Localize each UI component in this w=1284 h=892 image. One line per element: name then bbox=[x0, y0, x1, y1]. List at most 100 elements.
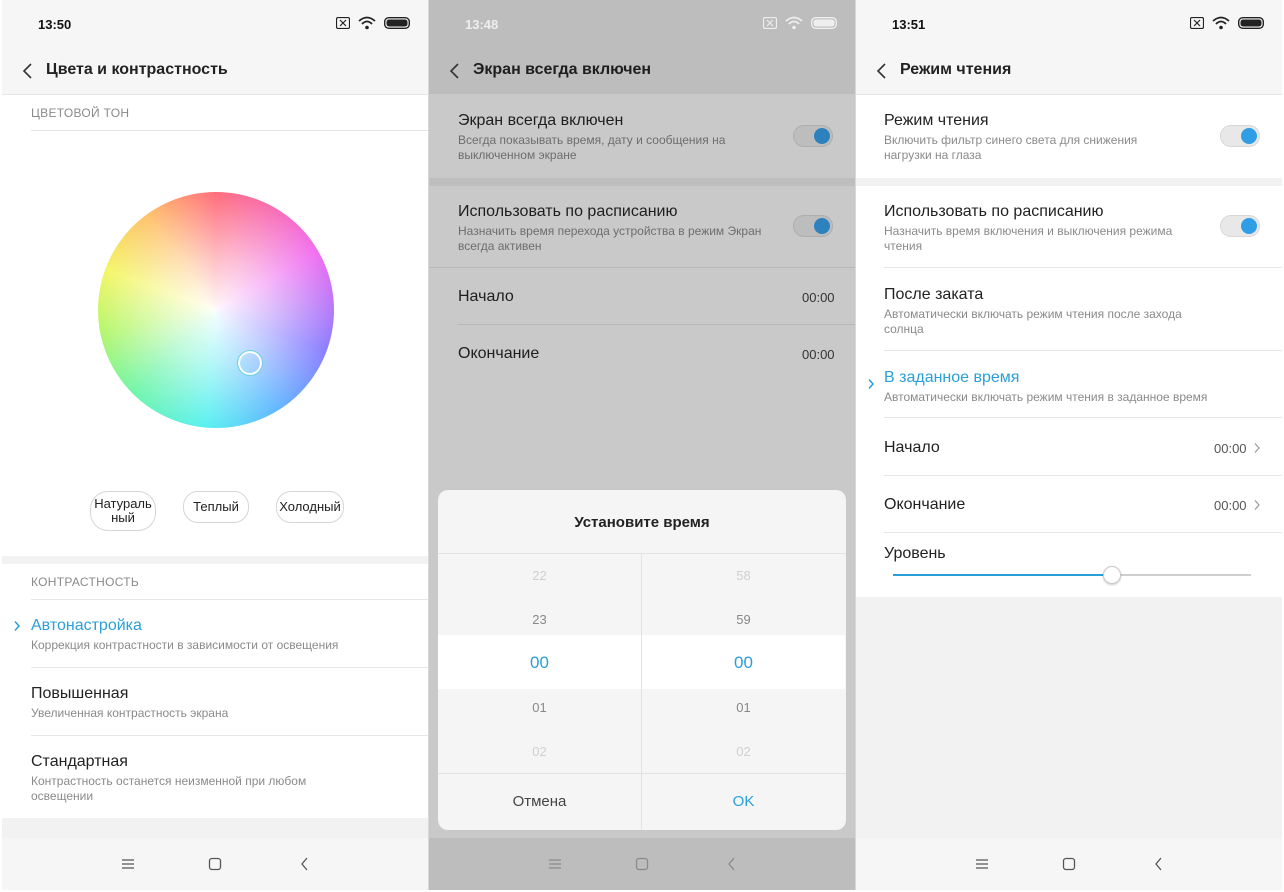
section-separator bbox=[2, 818, 428, 838]
end-time-value: 00:00 bbox=[1214, 498, 1247, 513]
option-subtitle: Автоматически включать режим чтения посл… bbox=[884, 307, 1182, 336]
panel-separator bbox=[428, 0, 429, 890]
time-picker-dialog: Установите время 22 23 00 01 02 58 59 00… bbox=[438, 490, 846, 830]
preset-natural-button[interactable]: Натураль ный bbox=[90, 491, 156, 531]
hour-option: 02 bbox=[532, 744, 547, 759]
selected-chevron-icon bbox=[868, 379, 875, 389]
reading-mode-screen: 13:51 Режим чтения Режим чтения Включить… bbox=[856, 0, 1282, 890]
setting-title: Уровень bbox=[884, 545, 946, 562]
status-time: 13:48 bbox=[465, 17, 499, 32]
setting-reading-mode[interactable]: Режим чтения Включить фильтр синего свет… bbox=[856, 95, 1282, 178]
section-separator bbox=[856, 178, 1282, 186]
back-arrow-icon[interactable] bbox=[872, 60, 892, 82]
setting-level: Уровень bbox=[856, 533, 1282, 597]
battery-icon bbox=[1238, 17, 1264, 29]
setting-title: Окончание bbox=[884, 496, 966, 513]
panel-separator bbox=[855, 0, 856, 890]
battery-icon bbox=[811, 17, 837, 29]
menu-icon[interactable] bbox=[547, 856, 563, 872]
option-subtitle: Контрастность останется неизменной при л… bbox=[31, 774, 307, 803]
hour-option: 23 bbox=[532, 612, 547, 627]
section-separator bbox=[429, 178, 855, 186]
setting-end-time[interactable]: Окончание 00:00 bbox=[856, 476, 1282, 532]
minute-option: 02 bbox=[736, 744, 751, 759]
level-slider-fill bbox=[893, 574, 1112, 576]
preset-cold-button[interactable]: Холодный bbox=[276, 491, 344, 523]
option-scheduled-time[interactable]: В заданное время Автоматически включать … bbox=[856, 351, 1282, 417]
wifi-icon bbox=[358, 16, 376, 30]
battery-icon bbox=[384, 17, 410, 29]
selected-chevron-icon bbox=[14, 621, 21, 631]
back-icon[interactable] bbox=[724, 856, 740, 872]
section-label-color-tone: ЦВЕТОВОЙ ТОН bbox=[31, 106, 130, 120]
sim-off-icon bbox=[1190, 17, 1204, 29]
header: Режим чтения bbox=[856, 48, 1282, 95]
setting-subtitle: Назначить время включения и выключения р… bbox=[884, 224, 1173, 253]
option-title: В заданное время bbox=[884, 369, 1020, 386]
home-icon[interactable] bbox=[634, 856, 650, 872]
home-icon[interactable] bbox=[1061, 856, 1077, 872]
hour-picker[interactable]: 22 23 00 01 02 bbox=[438, 553, 641, 773]
sim-off-icon bbox=[336, 17, 350, 29]
header: Цвета и контрастность bbox=[2, 48, 428, 95]
page-title: Экран всегда включен bbox=[473, 61, 652, 78]
option-after-sunset[interactable]: После заката Автоматически включать режи… bbox=[856, 268, 1282, 350]
ok-button[interactable]: OK bbox=[642, 773, 845, 830]
setting-title: Использовать по расписанию bbox=[884, 203, 1104, 220]
empty-area bbox=[856, 597, 1282, 838]
chevron-right-icon bbox=[1254, 500, 1260, 510]
setting-always-on[interactable]: Экран всегда включен Всегда показывать в… bbox=[429, 95, 855, 178]
status-bar: 13:51 bbox=[856, 0, 1282, 48]
color-contrast-screen: 13:50 Цвета и контрастность ЦВЕТОВОЙ ТОН bbox=[2, 0, 428, 890]
dialog-title: Установите время bbox=[574, 514, 710, 531]
setting-start-time[interactable]: Начало 00:00 bbox=[856, 418, 1282, 475]
hour-selected: 00 bbox=[530, 653, 549, 672]
back-arrow-icon[interactable] bbox=[445, 60, 465, 82]
setting-subtitle: Всегда показывать время, дату и сообщени… bbox=[458, 133, 726, 162]
status-bar: 13:48 bbox=[429, 0, 855, 48]
home-icon[interactable] bbox=[207, 856, 223, 872]
header: Экран всегда включен bbox=[429, 48, 855, 95]
contrast-option-high[interactable]: Повышенная Увеличенная контрастность экр… bbox=[2, 668, 428, 735]
section-label-contrast: КОНТРАСТНОСТЬ bbox=[31, 575, 140, 589]
start-time-value: 00:00 bbox=[802, 290, 835, 305]
color-wheel[interactable] bbox=[96, 190, 336, 430]
preset-warm-button[interactable]: Теплый bbox=[183, 491, 249, 523]
sim-off-icon bbox=[763, 17, 777, 29]
setting-schedule[interactable]: Использовать по расписанию Назначить вре… bbox=[856, 186, 1282, 267]
setting-end-time[interactable]: Окончание 00:00 bbox=[429, 325, 855, 381]
page-title: Цвета и контрастность bbox=[46, 61, 228, 78]
option-subtitle: Коррекция контрастности в зависимости от… bbox=[31, 638, 339, 652]
cancel-button[interactable]: Отмена bbox=[438, 773, 641, 830]
option-subtitle: Автоматически включать режим чтения в за… bbox=[884, 390, 1208, 404]
minute-picker[interactable]: 58 59 00 01 02 bbox=[642, 553, 845, 773]
setting-schedule[interactable]: Использовать по расписанию Назначить вре… bbox=[429, 186, 855, 267]
contrast-option-standard[interactable]: Стандартная Контрастность останется неиз… bbox=[2, 736, 428, 818]
back-arrow-icon[interactable] bbox=[18, 60, 38, 82]
level-slider-thumb[interactable] bbox=[1103, 566, 1122, 584]
menu-icon[interactable] bbox=[974, 856, 990, 872]
hour-option: 22 bbox=[532, 568, 547, 583]
option-title: Автонастройка bbox=[31, 617, 142, 634]
menu-icon[interactable] bbox=[120, 856, 136, 872]
section-separator bbox=[2, 556, 428, 564]
page-title: Режим чтения bbox=[900, 61, 1012, 78]
setting-subtitle: Включить фильтр синего света для снижени… bbox=[884, 133, 1138, 162]
status-time: 13:50 bbox=[38, 17, 72, 32]
system-nav-bar bbox=[856, 838, 1282, 890]
reading-mode-toggle[interactable] bbox=[1220, 125, 1260, 147]
system-nav-bar bbox=[429, 838, 855, 890]
setting-title: Экран всегда включен bbox=[458, 112, 624, 129]
contrast-option-auto[interactable]: Автонастройка Коррекция контрастности в … bbox=[2, 600, 428, 667]
option-subtitle: Увеличенная контрастность экрана bbox=[31, 706, 229, 720]
setting-start-time[interactable]: Начало 00:00 bbox=[429, 268, 855, 324]
setting-title: Начало bbox=[458, 288, 514, 305]
back-icon[interactable] bbox=[1151, 856, 1167, 872]
schedule-toggle[interactable] bbox=[793, 215, 833, 237]
option-title: Повышенная bbox=[31, 685, 129, 702]
level-slider-track[interactable] bbox=[893, 566, 1251, 584]
back-icon[interactable] bbox=[297, 856, 313, 872]
schedule-toggle[interactable] bbox=[1220, 215, 1260, 237]
always-on-toggle[interactable] bbox=[793, 125, 833, 147]
chevron-right-icon bbox=[1254, 443, 1260, 453]
